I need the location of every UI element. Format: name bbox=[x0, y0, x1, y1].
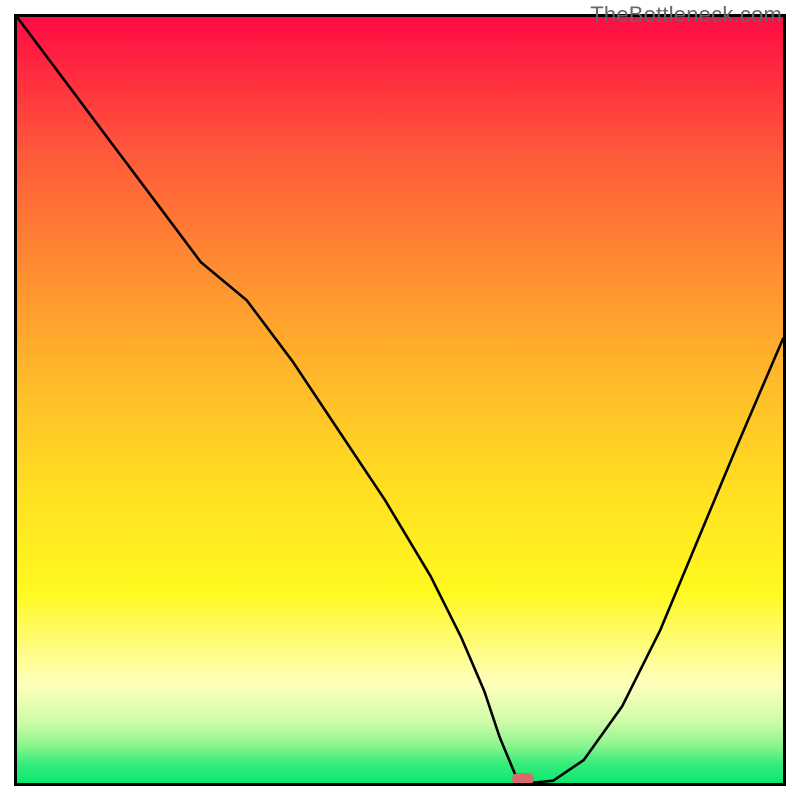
curve-svg bbox=[17, 17, 783, 783]
watermark-text: TheBottleneck.com bbox=[590, 2, 782, 28]
bottleneck-curve-path bbox=[17, 17, 783, 783]
minimum-marker-icon bbox=[512, 773, 534, 785]
bottleneck-chart: TheBottleneck.com bbox=[0, 0, 800, 800]
plot-area bbox=[14, 14, 786, 786]
